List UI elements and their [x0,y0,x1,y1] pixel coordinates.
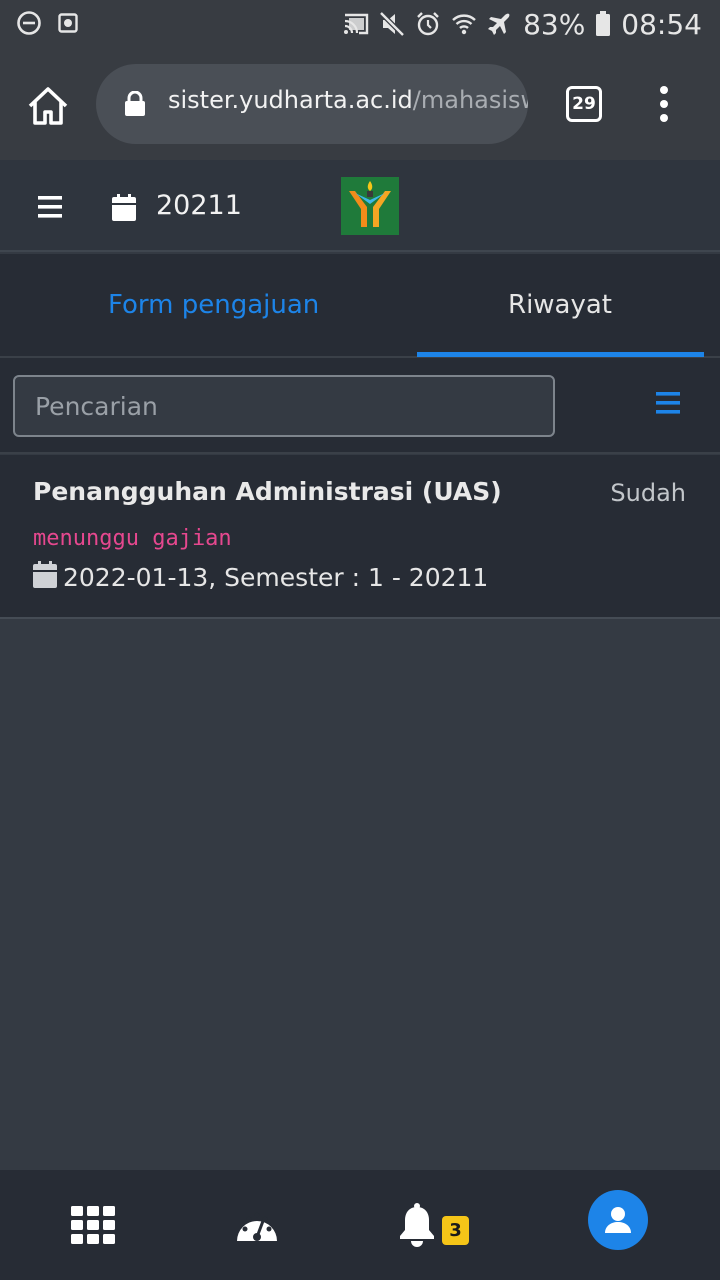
list-filter-button[interactable] [656,392,680,414]
item-note: menunggu gajian [33,526,232,551]
screenshot-icon [58,13,78,33]
tab-riwayat[interactable]: Riwayat [508,290,612,320]
tab-bar: Form pengajuan Riwayat [0,254,720,358]
more-vertical-icon [660,86,668,122]
item-meta: 2022-01-13, Semester : 1 - 20211 [33,561,488,593]
dashboard-icon [237,1212,277,1241]
cast-icon [343,13,369,35]
home-button[interactable] [26,84,70,128]
nav-apps-button[interactable] [48,1170,138,1280]
wifi-icon [451,11,477,37]
status-bar: 83% 08:54 [0,0,720,48]
url-bar[interactable]: sister.yudharta.ac.id/mahasisw [96,64,528,144]
url-domain: sister.yudharta.ac.id [168,86,413,114]
airplane-icon [487,11,513,37]
grid-icon [71,1206,115,1244]
battery-percent: 83% [523,7,586,41]
tab-switcher-button[interactable]: 29 [566,86,602,122]
sidebar-menu-button[interactable] [38,196,62,218]
bell-icon [400,1203,434,1247]
alarm-icon [415,11,441,37]
nav-profile-button[interactable] [588,1190,648,1250]
notification-count-badge: 3 [442,1216,469,1245]
browser-toolbar: sister.yudharta.ac.id/mahasisw 29 [0,48,720,160]
tab-form-pengajuan[interactable]: Form pengajuan [108,290,319,320]
url-text: sister.yudharta.ac.id/mahasisw [168,86,528,114]
calendar-icon [33,561,57,593]
battery-icon [595,11,611,37]
nav-dashboard-button[interactable] [212,1170,302,1280]
active-tab-indicator [417,352,704,357]
calendar-icon [112,194,136,226]
hamburger-icon [38,196,62,218]
semester-label[interactable]: 20211 [156,190,242,221]
app-header: 20211 [0,160,720,252]
url-path: /mahasisw [412,86,528,114]
browser-menu-button[interactable] [654,84,674,124]
list-item[interactable]: Penangguhan Administrasi (UAS) Sudah men… [0,455,720,619]
clock: 08:54 [621,7,702,41]
search-input[interactable] [13,375,555,437]
status-badge: Sudah [610,479,686,507]
search-row [0,358,720,454]
home-icon [28,87,68,125]
list-icon [656,392,680,414]
do-not-disturb-icon [16,10,42,36]
lock-icon [124,90,146,121]
item-title: Penangguhan Administrasi (UAS) [33,477,502,506]
mute-icon [379,11,405,37]
item-date: 2022-01-13, Semester : 1 - 20211 [63,562,489,592]
university-logo [341,177,399,235]
user-icon [605,1207,631,1233]
